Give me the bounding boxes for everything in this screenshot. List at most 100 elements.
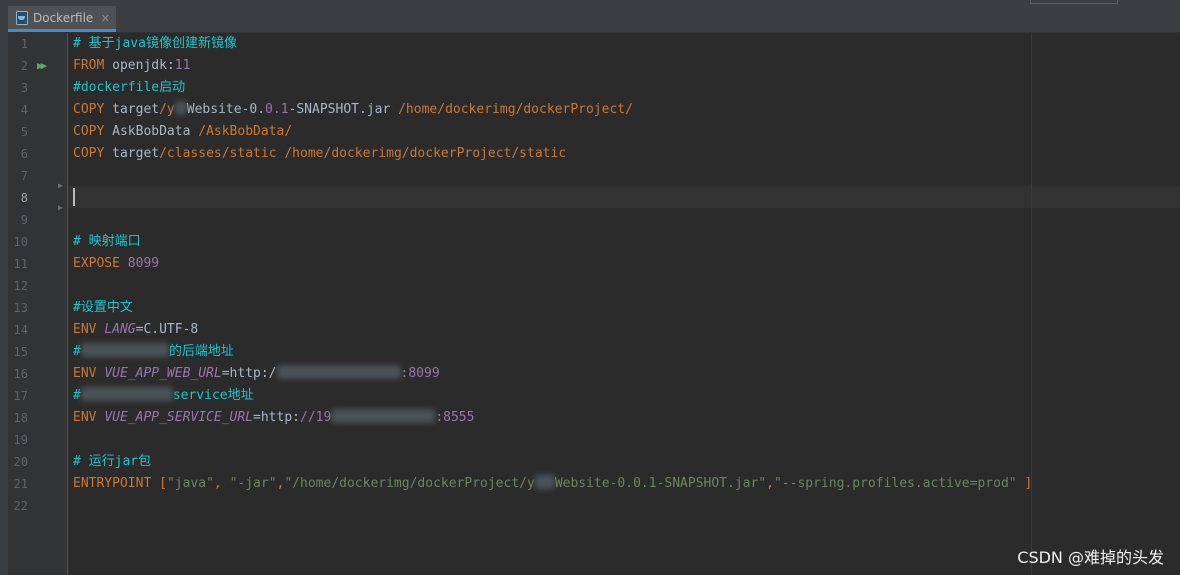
- dockerfile-icon: [16, 11, 28, 25]
- editor-tab-bar: Dockerfile ×: [8, 0, 1180, 33]
- code-line-17[interactable]: # service地址: [73, 385, 254, 407]
- code-line-6[interactable]: COPY target/classes/static /home/dockeri…: [73, 143, 566, 165]
- path-part: -SNAPSHOT.jar: [288, 102, 391, 117]
- line-number: 18: [13, 411, 28, 425]
- code-line-3[interactable]: #dockerfile启动: [73, 77, 185, 99]
- path-part: /dockerimg: [323, 146, 402, 161]
- string-literal: Website-0.0.1-SNAPSHOT.jar": [554, 476, 767, 491]
- image-name: openjdk: [112, 58, 167, 73]
- path-part: /dockerProject: [401, 146, 512, 161]
- redacted-text: [276, 365, 401, 379]
- line-number: 17: [13, 389, 28, 403]
- line-number: 8: [20, 191, 28, 205]
- comment: #设置中文: [73, 300, 133, 315]
- string-literal: "java": [166, 476, 214, 491]
- comma: ,: [213, 476, 230, 491]
- line-number: 3: [20, 81, 28, 95]
- line-number: 20: [13, 455, 28, 469]
- comment: # 映射端口: [73, 234, 141, 249]
- path-part: AskBobData: [112, 124, 191, 139]
- run-gutter-icon[interactable]: ▶▶: [37, 60, 47, 72]
- close-tab-icon[interactable]: ×: [100, 11, 110, 25]
- code-line-15[interactable]: # 的后端地址: [73, 341, 234, 363]
- env-value: =http:/: [221, 366, 277, 381]
- code-line-1[interactable]: # 基于java镜像创建新镜像: [73, 33, 237, 55]
- fold-marker-icon[interactable]: ▶: [58, 203, 63, 213]
- line-number: 21: [13, 477, 28, 491]
- redacted-text: [534, 475, 555, 489]
- code-line-18[interactable]: ENV VUE_APP_SERVICE_URL=http://19:8555: [73, 407, 474, 429]
- keyword: ENTRYPOINT: [73, 476, 152, 491]
- env-value: =C.UTF-8: [135, 322, 199, 337]
- code-line-13[interactable]: #设置中文: [73, 297, 133, 319]
- path-part: /AskBobData/: [198, 124, 293, 139]
- env-variable: VUE_APP_WEB_URL: [104, 366, 222, 381]
- keyword: EXPOSE: [73, 256, 120, 271]
- line-number: 10: [13, 235, 28, 249]
- line-number: 15: [13, 345, 28, 359]
- redacted-text: [80, 343, 169, 357]
- line-number: 19: [13, 433, 28, 447]
- comment: service地址: [172, 388, 254, 403]
- code-line-10[interactable]: # 映射端口: [73, 231, 141, 253]
- tab-title: Dockerfile: [33, 10, 94, 25]
- keyword: FROM: [73, 58, 105, 73]
- code-line-2[interactable]: FROM openjdk:11: [73, 55, 190, 77]
- keyword: COPY: [73, 146, 105, 161]
- string-literal: "-jar": [229, 476, 277, 491]
- env-variable: LANG: [104, 322, 136, 337]
- line-number: 2: [20, 59, 28, 73]
- comma: ,: [766, 476, 774, 491]
- keyword: ENV: [73, 322, 97, 337]
- line-number: 7: [20, 169, 28, 183]
- image-tag: 11: [174, 58, 191, 73]
- port-number: :8555: [435, 410, 475, 425]
- path-part: /classes: [159, 146, 222, 161]
- line-number: 22: [13, 499, 28, 513]
- version-number: 0.1: [265, 102, 289, 117]
- keyword: ENV: [73, 366, 97, 381]
- path-part: /static: [221, 146, 277, 161]
- comment: 的后端地址: [168, 344, 234, 359]
- watermark: CSDN @难掉的头发: [1017, 548, 1164, 567]
- string-literal: "--spring.profiles.active=prod": [773, 476, 1017, 491]
- line-number: 11: [13, 257, 28, 271]
- port-number: 8099: [127, 256, 160, 271]
- ip-address: //19: [300, 410, 332, 425]
- tab-dockerfile[interactable]: Dockerfile ×: [8, 6, 116, 32]
- bracket: ]: [1024, 476, 1033, 491]
- code-line-4[interactable]: COPY target/y Website-0.0.1-SNAPSHOT.jar …: [73, 99, 633, 121]
- line-number: 1: [20, 37, 28, 51]
- current-line-highlight: [68, 186, 1180, 208]
- env-value: =http:: [253, 410, 300, 425]
- fold-marker-icon[interactable]: ▶: [58, 181, 63, 191]
- path-part: /home: [398, 102, 438, 117]
- keyword: COPY: [73, 102, 105, 117]
- comment: #dockerfile启动: [73, 80, 186, 95]
- path-part: Website-0: [186, 102, 258, 117]
- text-caret: [73, 188, 75, 206]
- toolbar-search-field[interactable]: [1030, 0, 1118, 4]
- line-number: 6: [20, 147, 28, 161]
- bracket: [: [159, 476, 167, 491]
- keyword: COPY: [73, 124, 105, 139]
- code-line-11[interactable]: EXPOSE 8099: [73, 253, 159, 275]
- env-variable: VUE_APP_SERVICE_URL: [104, 410, 254, 425]
- path-part: /static: [511, 146, 567, 161]
- code-line-5[interactable]: COPY AskBobData /AskBobData/: [73, 121, 292, 143]
- redacted-text: [331, 409, 436, 423]
- code-line-21[interactable]: ENTRYPOINT ["java", "-jar", "/home/docker…: [73, 473, 1032, 495]
- redacted-text: [174, 101, 187, 115]
- port-number: :8099: [400, 366, 440, 381]
- code-line-14[interactable]: ENV LANG=C.UTF-8: [73, 319, 198, 341]
- code-line-20[interactable]: # 运行jar包: [73, 451, 151, 473]
- code-line-16[interactable]: ENV VUE_APP_WEB_URL=http:/ :8099: [73, 363, 440, 385]
- path-part: .: [257, 102, 266, 117]
- gutter-divider: [67, 33, 68, 575]
- path-part: target: [112, 102, 160, 117]
- path-part: /y: [159, 102, 175, 117]
- path-part: /home: [284, 146, 324, 161]
- comment: #: [73, 388, 81, 403]
- line-number: 5: [20, 125, 28, 139]
- string-literal: "/home/dockerimg/dockerProject/y: [284, 476, 535, 491]
